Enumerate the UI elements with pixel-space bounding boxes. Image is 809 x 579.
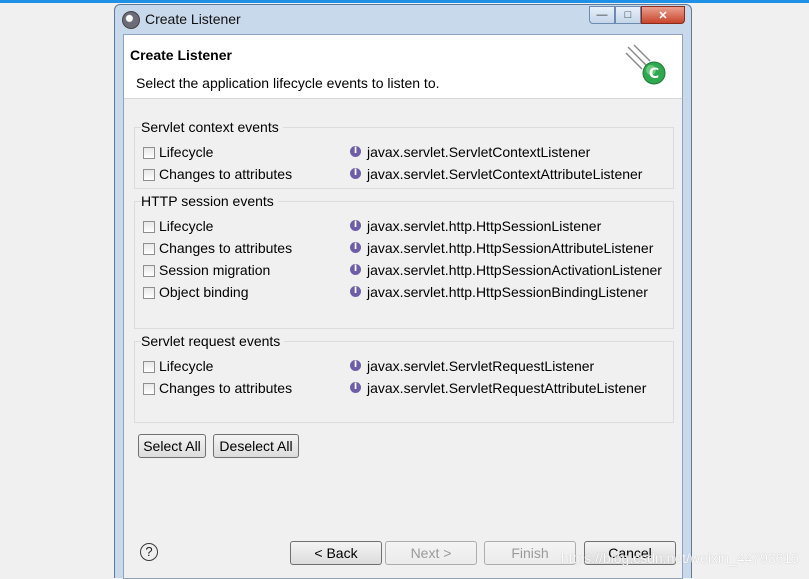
interface-icon: I bbox=[350, 360, 361, 371]
dialog-content: Create Listener Select the application l… bbox=[123, 34, 683, 579]
list-item: Changes to attributes I javax.servlet.ht… bbox=[143, 240, 673, 258]
checkbox-label: Changes to attributes bbox=[159, 380, 293, 396]
checkbox-label: Lifecycle bbox=[159, 358, 214, 374]
list-item: Lifecycle I javax.servlet.http.HttpSessi… bbox=[143, 218, 673, 236]
servlet-request-events-group: Servlet request events Lifecycle I javax… bbox=[134, 333, 674, 423]
interface-name: javax.servlet.http.HttpSessionActivation… bbox=[367, 262, 662, 278]
interface-icon: I bbox=[350, 286, 361, 297]
interface-icon: I bbox=[350, 242, 361, 253]
interface-name: javax.servlet.ServletContextListener bbox=[367, 144, 591, 160]
checkbox-label: Lifecycle bbox=[159, 144, 214, 160]
minimize-icon: — bbox=[596, 9, 608, 21]
object-binding-checkbox[interactable] bbox=[143, 287, 155, 299]
group-title: HTTP session events bbox=[141, 193, 278, 209]
watermark: https://blog.csdn.net/weixin_44793615 bbox=[560, 550, 799, 566]
group-title: Servlet context events bbox=[141, 119, 283, 135]
checkbox-label: Lifecycle bbox=[159, 218, 214, 234]
lifecycle-checkbox[interactable] bbox=[143, 221, 155, 233]
checkbox-label: Changes to attributes bbox=[159, 240, 293, 256]
changes-to-attributes-checkbox[interactable] bbox=[143, 169, 155, 181]
interface-icon: I bbox=[350, 264, 361, 275]
next-button[interactable]: Next > bbox=[385, 541, 477, 565]
maximize-icon: □ bbox=[624, 9, 632, 21]
svg-text:C: C bbox=[649, 66, 659, 82]
interface-name: javax.servlet.http.HttpSessionListener bbox=[367, 218, 602, 234]
list-item: Changes to attributes I javax.servlet.Se… bbox=[143, 166, 673, 184]
back-button[interactable]: < Back bbox=[290, 541, 382, 565]
wizard-banner: Create Listener Select the application l… bbox=[124, 35, 682, 99]
listener-wizard-icon: C bbox=[625, 44, 666, 85]
interface-name: javax.servlet.ServletRequestAttributeLis… bbox=[367, 380, 647, 396]
title-bar[interactable]: Create Listener — □ ✕ bbox=[115, 5, 691, 33]
changes-to-attributes-checkbox[interactable] bbox=[143, 383, 155, 395]
create-listener-dialog: Create Listener — □ ✕ Create Listener Se… bbox=[114, 4, 692, 579]
group-title: Servlet request events bbox=[141, 333, 285, 349]
changes-to-attributes-checkbox[interactable] bbox=[143, 243, 155, 255]
list-item: Session migration I javax.servlet.http.H… bbox=[143, 262, 673, 280]
checkbox-label: Session migration bbox=[159, 262, 271, 278]
close-icon: ✕ bbox=[658, 9, 668, 22]
interface-name: javax.servlet.http.HttpSessionAttributeL… bbox=[367, 240, 654, 256]
desktop-accent-line bbox=[0, 0, 809, 3]
checkbox-label: Object binding bbox=[159, 284, 249, 300]
window-title: Create Listener bbox=[145, 11, 241, 27]
banner-title: Create Listener bbox=[130, 47, 232, 63]
interface-icon: I bbox=[350, 146, 361, 157]
interface-name: javax.servlet.ServletContextAttributeLis… bbox=[367, 166, 643, 182]
interface-name: javax.servlet.http.HttpSessionBindingLis… bbox=[367, 284, 648, 300]
list-item: Lifecycle I javax.servlet.ServletRequest… bbox=[143, 358, 673, 376]
checkbox-label: Changes to attributes bbox=[159, 166, 293, 182]
list-item: Lifecycle I javax.servlet.ServletContext… bbox=[143, 144, 673, 162]
list-item: Changes to attributes I javax.servlet.Se… bbox=[143, 380, 673, 398]
lifecycle-checkbox[interactable] bbox=[143, 361, 155, 373]
interface-icon: I bbox=[350, 168, 361, 179]
interface-icon: I bbox=[350, 220, 361, 231]
window-controls: — □ ✕ bbox=[589, 6, 685, 24]
minimize-button[interactable]: — bbox=[589, 6, 615, 24]
banner-description: Select the application lifecycle events … bbox=[136, 75, 440, 91]
select-all-button[interactable]: Select All bbox=[138, 434, 206, 458]
session-migration-checkbox[interactable] bbox=[143, 265, 155, 277]
deselect-all-button[interactable]: Deselect All bbox=[213, 434, 299, 458]
close-button[interactable]: ✕ bbox=[641, 6, 685, 24]
eclipse-icon bbox=[122, 11, 140, 29]
lifecycle-checkbox[interactable] bbox=[143, 147, 155, 159]
servlet-context-events-group: Servlet context events Lifecycle I javax… bbox=[134, 119, 674, 189]
list-item: Object binding I javax.servlet.http.Http… bbox=[143, 284, 673, 302]
http-session-events-group: HTTP session events Lifecycle I javax.se… bbox=[134, 193, 674, 329]
maximize-button[interactable]: □ bbox=[615, 6, 641, 24]
interface-icon: I bbox=[350, 382, 361, 393]
interface-name: javax.servlet.ServletRequestListener bbox=[367, 358, 595, 374]
help-icon[interactable]: ? bbox=[140, 543, 158, 561]
